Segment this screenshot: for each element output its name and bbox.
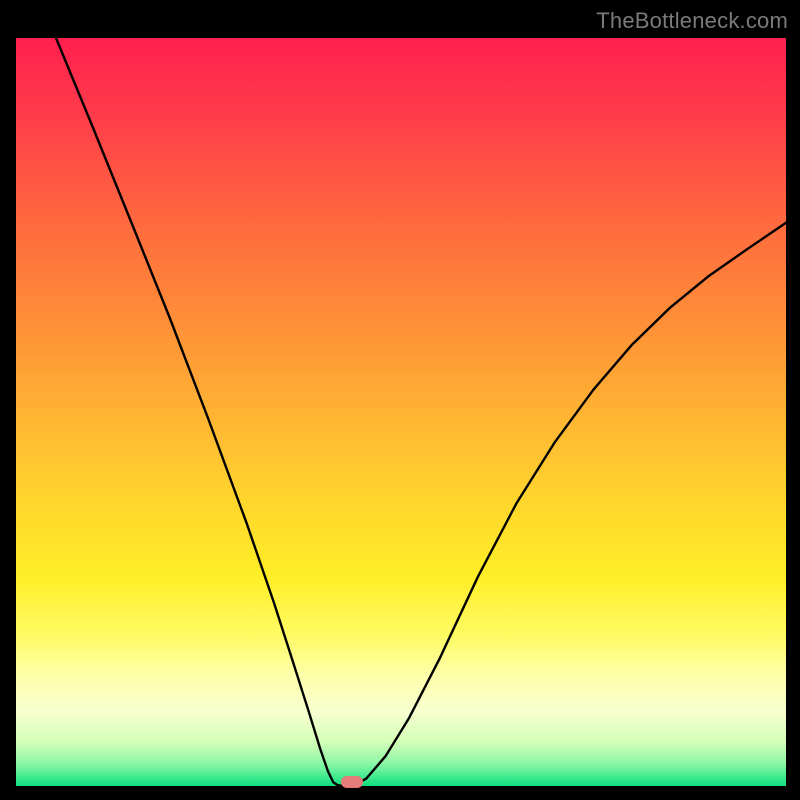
minimum-marker [341,776,363,788]
curve-plot [16,38,786,786]
watermark-text: TheBottleneck.com [596,8,788,34]
chart-plot-area [16,38,786,786]
bottleneck-curve [56,38,786,786]
